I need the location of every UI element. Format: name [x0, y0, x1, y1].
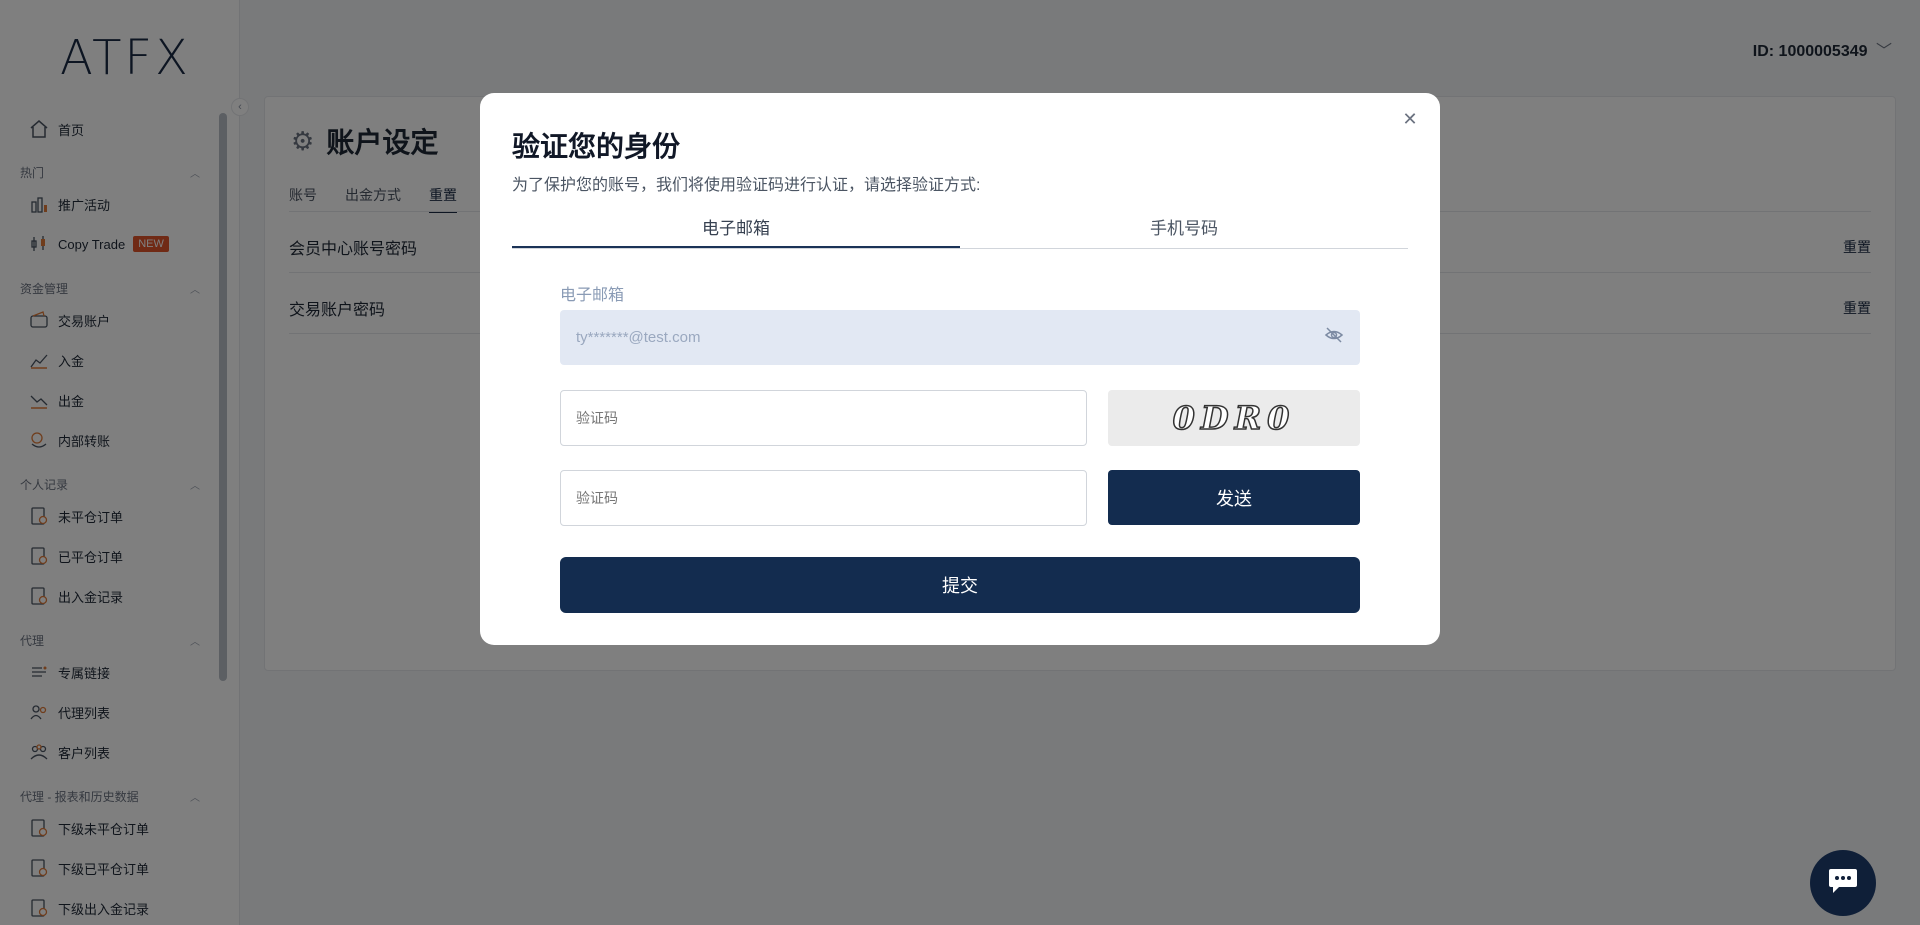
tab-phone[interactable]: 手机号码 [960, 217, 1408, 248]
modal-subtitle: 为了保护您的账号，我们将使用验证码进行认证，请选择验证方式: [512, 177, 981, 194]
chat-icon [1827, 867, 1859, 900]
submit-button[interactable]: 提交 [560, 557, 1360, 613]
verify-identity-modal: ✕ 验证您的身份 为了保护您的账号，我们将使用验证码进行认证，请选择验证方式: … [480, 93, 1440, 645]
email-field-label: 电子邮箱 [560, 287, 625, 304]
captcha-image[interactable]: 0DR0 [1108, 390, 1360, 446]
captcha-input[interactable] [560, 390, 1087, 446]
email-value: ty*******@test.com [576, 329, 701, 346]
chat-button[interactable] [1810, 850, 1876, 916]
email-field: ty*******@test.com [560, 310, 1360, 365]
eye-off-icon[interactable] [1324, 325, 1344, 350]
close-icon[interactable]: ✕ [1400, 109, 1420, 129]
modal-title: 验证您的身份 [512, 131, 681, 162]
verification-method-tabs: 电子邮箱 手机号码 [512, 217, 1408, 249]
send-code-button[interactable]: 发送 [1108, 470, 1360, 525]
tab-email[interactable]: 电子邮箱 [512, 217, 960, 248]
verification-code-input[interactable] [560, 470, 1087, 526]
